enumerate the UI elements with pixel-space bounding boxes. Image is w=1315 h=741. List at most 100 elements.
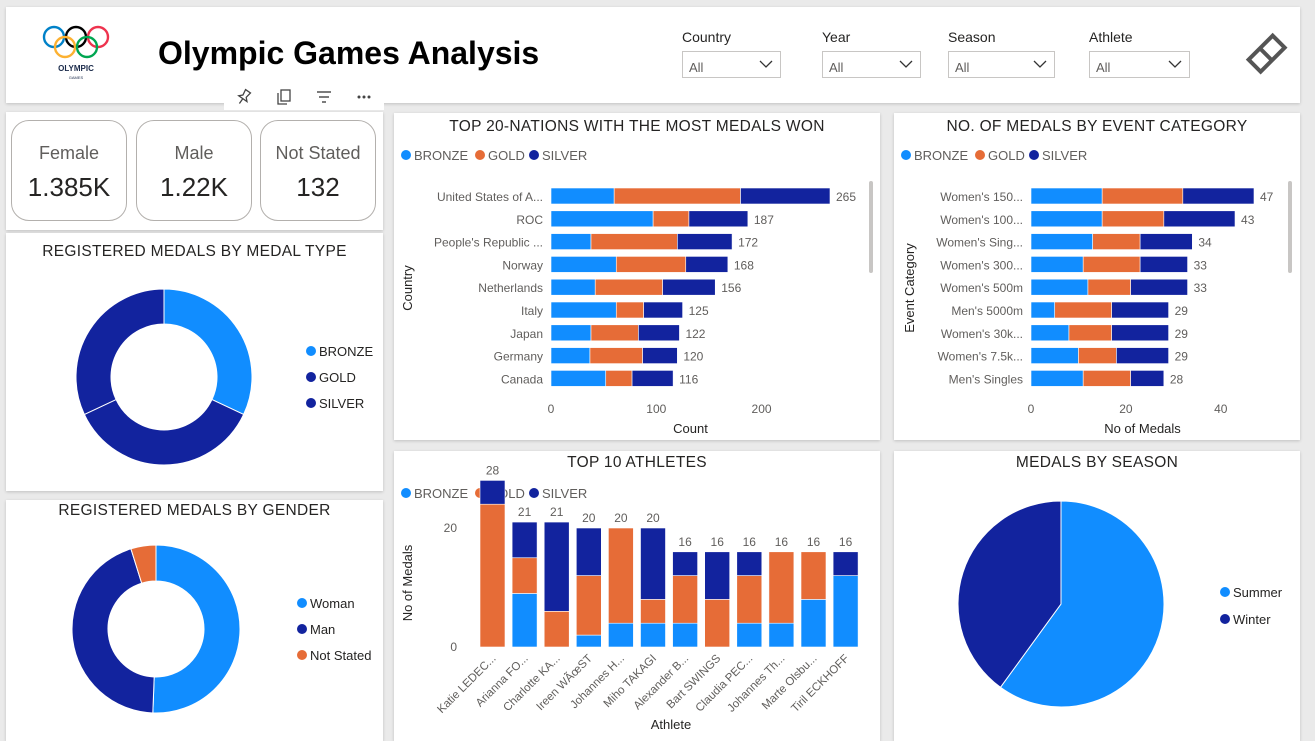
bar-silver <box>736 551 763 576</box>
y-axis-title: Event Category <box>902 243 917 333</box>
bar-gold <box>1092 233 1141 250</box>
athlete-dropdown[interactable]: All <box>1089 51 1190 78</box>
data-label: 21 <box>518 505 532 519</box>
athlete-slicer[interactable]: Athlete All <box>1089 29 1190 78</box>
logo-text: OLYMPIC <box>58 64 94 73</box>
season-slicer[interactable]: Season All <box>948 29 1055 78</box>
event-category-bar-chart[interactable]: BRONZE GOLD SILVER 47 Women's 150... 43 Women'… <box>894 113 1300 440</box>
bar-bronze <box>1030 233 1093 250</box>
category-label: People's Republic ... <box>434 236 543 250</box>
athletes-column-chart[interactable]: BRONZE GOLD SILVER28Katie LEDEC...21Ariann… <box>394 451 880 741</box>
season-pie-chart[interactable]: Summer Winter <box>894 451 1300 741</box>
data-label: 16 <box>807 535 821 549</box>
pin-icon[interactable] <box>235 88 253 106</box>
data-label: 172 <box>738 236 758 250</box>
season-dropdown[interactable]: All <box>948 51 1055 78</box>
legend-marker <box>401 488 411 498</box>
not-stated-card: Not Stated 132 <box>260 120 376 221</box>
data-label: 43 <box>1241 213 1255 227</box>
x-tick-label: 0 <box>1028 402 1035 416</box>
y-axis-title: No of Medals <box>400 544 415 621</box>
medal-type-donut-chart[interactable]: BRONZE GOLD SILVER <box>6 233 383 491</box>
country-dropdown[interactable]: All <box>682 51 781 78</box>
visual-toolbar <box>224 84 384 110</box>
category-label: Men's Singles <box>949 372 1023 386</box>
legend-marker <box>901 150 911 160</box>
bar-bronze <box>640 622 666 648</box>
male-card: Male 1.22K <box>136 120 252 221</box>
scrollbar <box>1288 181 1292 273</box>
bar-bronze <box>1030 210 1103 228</box>
category-label: Claudia PEC... <box>694 653 756 715</box>
legend-marker <box>297 650 307 660</box>
bar-silver <box>672 551 698 576</box>
bar-silver <box>662 278 716 296</box>
more-icon[interactable] <box>355 88 373 106</box>
bar-silver <box>631 370 674 387</box>
category-label: Italy <box>521 304 543 318</box>
gender-donut-chart[interactable]: Woman Man Not Stated <box>6 500 383 741</box>
bar-gold <box>640 599 666 624</box>
legend-marker <box>1220 614 1230 624</box>
bar-gold <box>1054 301 1112 319</box>
bar-bronze <box>768 622 795 648</box>
bar-bronze <box>550 233 592 250</box>
year-dropdown[interactable]: All <box>822 51 921 78</box>
category-label: Japan <box>510 327 543 341</box>
category-label: ROC <box>516 213 543 227</box>
bar-bronze <box>1030 370 1084 387</box>
country-slicer[interactable]: Country All <box>682 29 781 78</box>
bar-gold <box>590 324 639 342</box>
legend-marker <box>475 150 485 160</box>
scrollbar <box>869 181 873 273</box>
athlete-value: All <box>1096 60 1111 75</box>
country-value: All <box>689 60 704 75</box>
bar-bronze <box>1030 278 1089 296</box>
female-card-label: Female <box>38 143 100 163</box>
female-card-value: 1.385K <box>27 172 111 202</box>
legend-label: Winter <box>1233 612 1271 627</box>
not-stated-card-label: Not Stated <box>275 143 361 163</box>
y-tick-label: 20 <box>444 521 458 535</box>
data-label: 33 <box>1194 258 1208 272</box>
bar-silver <box>1139 233 1193 250</box>
bar-bronze <box>511 593 538 648</box>
bar-bronze <box>1030 324 1070 342</box>
bar-gold <box>652 210 690 228</box>
bar-bronze <box>736 622 763 648</box>
year-slicer[interactable]: Year All <box>822 29 921 78</box>
male-card-value: 1.22K <box>160 172 228 202</box>
legend-marker <box>306 372 316 382</box>
country-slicer-label: Country <box>682 29 732 45</box>
slice-woman <box>152 544 241 714</box>
category-label: Tiril ECKHOFF <box>789 653 851 715</box>
bar-silver <box>1182 187 1255 205</box>
legend-label: BRONZE <box>914 148 969 163</box>
bar-bronze <box>550 256 617 273</box>
copy-icon[interactable] <box>275 88 293 106</box>
bar-gold <box>768 551 795 624</box>
filter-icon[interactable] <box>315 88 333 106</box>
bar-bronze <box>1030 256 1084 273</box>
bar-bronze <box>550 347 591 364</box>
nations-bar-chart[interactable]: BRONZE GOLD SILVER 265 United States of A...… <box>394 113 880 440</box>
data-label: 168 <box>734 258 754 272</box>
bar-gold <box>1082 256 1141 273</box>
slice-gold <box>83 398 245 466</box>
bar-gold <box>1068 324 1112 342</box>
bar-gold <box>672 575 698 624</box>
legend-label: GOLD <box>988 148 1025 163</box>
legend-label: GOLD <box>319 370 356 385</box>
bar-gold <box>543 611 570 648</box>
legend-label: BRONZE <box>414 148 469 163</box>
data-label: 28 <box>1170 372 1184 386</box>
legend-marker <box>975 150 985 160</box>
eraser-icon[interactable] <box>1244 31 1290 77</box>
bar-silver <box>1163 210 1236 228</box>
data-label: 20 <box>614 511 628 525</box>
bar-bronze <box>550 370 607 387</box>
data-label: 29 <box>1175 327 1189 341</box>
category-label: Johannes Th... <box>725 653 787 715</box>
legend-marker <box>306 398 316 408</box>
category-label: Netherlands <box>478 281 543 295</box>
